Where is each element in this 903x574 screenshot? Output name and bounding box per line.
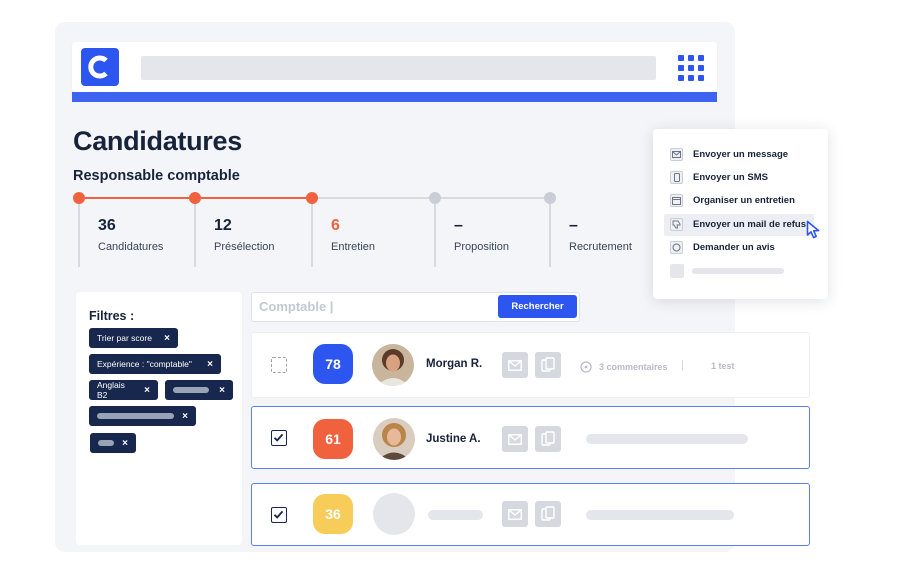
row-checkbox[interactable] [271, 430, 287, 446]
filter-chip-label: Expérience : "comptable" [97, 359, 192, 369]
menu-item-request-review[interactable]: Demander un avis [670, 238, 775, 256]
filter-chip-label: Trier par score [97, 333, 152, 343]
score-badge: 61 [313, 419, 353, 459]
filters-title: Filtres : [89, 309, 135, 323]
chip-placeholder-bar [98, 440, 115, 446]
comments-count[interactable]: 3 commentaires [580, 361, 668, 373]
search-input-value: Comptable | [259, 299, 334, 314]
cursor-icon [806, 220, 822, 240]
menu-item-send-message[interactable]: Envoyer un message [670, 145, 788, 163]
close-icon[interactable]: × [199, 359, 213, 370]
stage-tab-preselection[interactable]: Présélection [214, 241, 275, 253]
check-icon [273, 433, 284, 442]
stage-tab-proposition[interactable]: Proposition [454, 241, 509, 253]
filter-chip-placeholder[interactable]: × [90, 433, 136, 453]
stage-count-proposition: – [454, 217, 463, 234]
close-icon[interactable]: × [136, 385, 150, 396]
name-placeholder-bar [428, 510, 483, 520]
filter-chip-placeholder[interactable]: × [165, 380, 233, 400]
accent-bar [72, 92, 717, 102]
mail-icon[interactable] [502, 352, 528, 378]
mail-icon [670, 147, 683, 161]
search-button[interactable]: Rechercher [498, 295, 577, 318]
mail-icon[interactable] [502, 501, 528, 527]
menu-item-label: Organiser un entretien [693, 194, 795, 206]
stage-tab-entretien[interactable]: Entretien [331, 241, 375, 253]
calendar-icon [670, 193, 683, 207]
stage-count-preselection: 12 [214, 217, 232, 234]
filter-chip-score[interactable]: Trier par score × [89, 328, 178, 348]
comment-icon [580, 361, 592, 373]
chip-placeholder-bar [173, 387, 209, 393]
stage-dot-candidatures [73, 192, 85, 204]
check-icon [273, 510, 284, 519]
menu-item-send-rejection[interactable]: Envoyer un mail de refus [670, 215, 806, 233]
stage-tab-recrutement[interactable]: Recrutement [569, 241, 632, 253]
comments-label: 3 commentaires [599, 362, 668, 372]
global-search-bar[interactable] [141, 56, 656, 80]
chat-icon [670, 240, 683, 254]
stage-divider [549, 204, 551, 267]
menu-item-placeholder-icon [670, 264, 684, 278]
c-logo-icon[interactable] [81, 48, 119, 86]
stage-divider [311, 204, 313, 267]
stage-dot-recrutement [544, 192, 556, 204]
menu-item-label: Envoyer un mail de refus [693, 218, 806, 230]
mail-icon[interactable] [502, 426, 528, 452]
placeholder-bar [586, 510, 734, 520]
screen: Candidatures Responsable comptable 36 Ca… [0, 0, 903, 574]
menu-item-send-sms[interactable]: Envoyer un SMS [670, 168, 768, 186]
close-icon[interactable]: × [114, 438, 128, 449]
stage-count-entretien: 6 [331, 217, 340, 234]
stage-count-recrutement: – [569, 217, 578, 234]
menu-item-placeholder-bar [692, 268, 784, 274]
thumbs-down-icon [670, 217, 683, 231]
document-icon[interactable] [535, 426, 561, 452]
avatar [372, 344, 414, 386]
stage-dot-proposition [429, 192, 441, 204]
grid-icon[interactable] [678, 55, 704, 81]
filter-chip-english[interactable]: Anglais B2 × [89, 380, 158, 400]
phone-icon [670, 170, 683, 184]
page-title: Candidatures [73, 126, 242, 156]
stage-tab-candidatures[interactable]: Candidatures [98, 241, 163, 253]
stage-divider [194, 204, 196, 267]
document-icon[interactable] [535, 501, 561, 527]
close-icon[interactable]: × [156, 333, 170, 344]
menu-item-label: Envoyer un message [693, 148, 789, 160]
stage-dot-entretien [306, 192, 318, 204]
job-title: Responsable comptable [73, 168, 240, 184]
menu-item-label: Demander un avis [693, 241, 775, 253]
score-badge: 78 [313, 344, 353, 384]
filter-chip-experience[interactable]: Expérience : "comptable" × [89, 354, 221, 374]
document-icon[interactable] [535, 352, 561, 378]
filter-chip-label: Anglais B2 [97, 380, 125, 400]
meta-separator: | [681, 359, 684, 371]
score-badge: 36 [313, 494, 353, 534]
avatar [373, 418, 415, 460]
close-icon[interactable]: × [211, 385, 225, 396]
row-checkbox[interactable] [271, 357, 287, 373]
stage-count-candidatures: 36 [98, 217, 116, 234]
menu-item-schedule-interview[interactable]: Organiser un entretien [670, 191, 795, 209]
row-checkbox[interactable] [271, 507, 287, 523]
candidate-name[interactable]: Justine A. [426, 433, 481, 445]
filter-chip-placeholder[interactable]: × [89, 406, 196, 426]
stage-dot-preselection [189, 192, 201, 204]
placeholder-bar [586, 434, 748, 444]
menu-item-label: Envoyer un SMS [693, 171, 768, 183]
close-icon[interactable]: × [174, 411, 188, 422]
chip-placeholder-bar [97, 413, 175, 419]
stage-divider [434, 204, 436, 267]
avatar-placeholder [373, 493, 415, 535]
candidate-name[interactable]: Morgan R. [426, 358, 482, 370]
tests-count[interactable]: 1 test [711, 361, 735, 371]
stage-divider [78, 204, 80, 267]
